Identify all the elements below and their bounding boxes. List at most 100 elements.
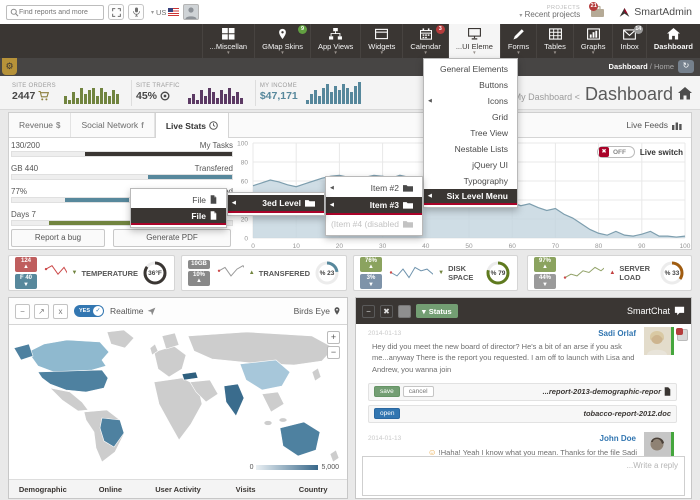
target-icon [160, 91, 170, 101]
voice-command-button[interactable] [128, 4, 144, 20]
badge: 76% ▲ [360, 257, 382, 272]
collapse-button[interactable]: − [15, 304, 30, 319]
menu-item-tree-view[interactable]: Tree View [424, 125, 517, 141]
chevron-down-icon: ▼ [516, 51, 520, 55]
nav-item-app-views[interactable]: App Views ▼ [310, 24, 360, 58]
svg-text:50: 50 [465, 243, 473, 250]
footer-tab-demographic[interactable]: Demographic [9, 485, 77, 494]
footer-tab-online[interactable]: Online [77, 485, 145, 494]
chevron-down-icon: ▾ [422, 307, 426, 316]
menu-item-file-2[interactable]: File [131, 208, 226, 225]
windows-grid-icon [222, 27, 235, 40]
chevron-down-icon: ▾ [519, 13, 522, 19]
chevron-down-icon: ▼ [380, 51, 384, 55]
settings-gear-tab[interactable]: ⚙ [2, 58, 17, 75]
search-input[interactable] [19, 9, 99, 16]
world-map[interactable] [12, 328, 344, 464]
open-button[interactable]: open [374, 408, 400, 419]
menu-item-buttons[interactable]: Buttons [424, 77, 517, 93]
third-level-submenu: ◀3ed Level [227, 192, 325, 216]
us-flag-icon [168, 8, 179, 16]
menu-item-2[interactable]: ◀Item #2 [326, 179, 422, 197]
nav-item-widgets[interactable]: Widgets ▼ [360, 24, 402, 58]
disk-space-gauge: % 79 [485, 260, 511, 286]
reply-input[interactable] [363, 457, 684, 495]
menu-item-icons[interactable]: ◀Icons [424, 93, 517, 109]
server-load-sparkline [561, 262, 604, 284]
save-button[interactable]: save [374, 386, 400, 397]
nav-item-ui-elements[interactable]: ...UI Eleme ▼ [448, 24, 500, 58]
svg-text:60: 60 [241, 179, 249, 186]
country-india [224, 384, 244, 416]
footer-tab-country[interactable]: Country [279, 485, 347, 494]
monitor-icon [468, 27, 481, 40]
live-switch-toggle[interactable]: ✖ OFF [597, 146, 635, 158]
nav-item-dashboard[interactable]: Dashboard [646, 24, 700, 58]
search-box[interactable] [6, 5, 104, 20]
tab-revenue[interactable]: Revenue$ [9, 113, 71, 137]
fullscreen-button[interactable] [108, 4, 124, 20]
badge: 10GB [188, 260, 210, 269]
cart-icon [38, 91, 49, 101]
nav-item-gmap-skins[interactable]: 9 GMap Skins ▼ [254, 24, 310, 58]
toggle-state: YES [79, 308, 90, 314]
microphone-icon [132, 7, 141, 17]
smartchat-header: − ✖ ▾Status SmartChat [356, 298, 691, 324]
projects-briefcase-button[interactable]: 21 [590, 5, 606, 19]
chat-bubble-icon [674, 306, 685, 316]
realtime-toggle[interactable]: YES ✓ [74, 305, 104, 317]
temperature-gauge: 36°F [142, 260, 168, 286]
menu-item-grid[interactable]: Grid [424, 109, 517, 125]
svg-text:20: 20 [336, 243, 344, 250]
cancel-button[interactable]: cancel [403, 386, 434, 397]
menu-item-4-disabled: (Item #4 (disabled [326, 215, 422, 233]
nav-item-miscellaneous[interactable]: ...Miscellan ▼ [202, 24, 255, 58]
language-selector[interactable]: ▾ US [151, 8, 179, 17]
nav-item-forms[interactable]: Forms ▼ [500, 24, 536, 58]
projects-dropdown[interactable]: PROJECTS ▾ Recent projects [519, 5, 580, 20]
temperature-sparkline [42, 262, 67, 284]
menu-item-jquery-ui[interactable]: jQuery UI [424, 157, 517, 173]
close-button[interactable]: ✖ [380, 305, 393, 318]
attachment-filename: tobacco-report-2012.doc [583, 409, 671, 418]
menu-item-file[interactable]: File [131, 191, 226, 208]
device-badge-icon [677, 329, 688, 341]
stat-site-traffic: SITE TRAFFIC 45% [132, 80, 256, 106]
site-orders-sparkline [64, 82, 119, 104]
smartadmin-logo-icon [618, 6, 631, 18]
menu-item-nestable-lists[interactable]: Nestable Lists [424, 141, 517, 157]
report-a-bug-button[interactable]: Report a bug [11, 229, 105, 247]
smartchat-panel: − ✖ ▾Status SmartChat 2014-01-13 Sadi Or… [355, 297, 692, 499]
check-icon: ✓ [93, 306, 103, 316]
nav-item-graphs[interactable]: Graphs ▼ [573, 24, 613, 58]
map-zoom-in-button[interactable]: + [327, 331, 340, 344]
status-dropdown-button[interactable]: ▾Status [416, 304, 458, 318]
tab-social-network[interactable]: Social Networkf [71, 113, 154, 137]
nav-item-tables[interactable]: Tables ▼ [536, 24, 573, 58]
menu-item-typography[interactable]: Typography [424, 173, 517, 189]
map-zoom-out-button[interactable]: − [327, 346, 340, 359]
progress-bar [11, 151, 233, 157]
nav-item-inbox[interactable]: 14 Inbox [612, 24, 645, 58]
menu-item-general-elements[interactable]: General Elements [424, 61, 517, 77]
tile-temperature: 124 ▲ F 40 ▼ ▼ TEMPERATURE 36°F [8, 255, 175, 291]
menu-item-six-level-menu[interactable]: ◀Six Level Menu [424, 189, 517, 205]
footer-tab-user-activity[interactable]: User Activity [144, 485, 212, 494]
trend-arrow-icon: ▼ [72, 270, 78, 276]
minimize-button[interactable]: − [362, 305, 375, 318]
projects-value: Recent projects [525, 10, 581, 19]
location-arrow-icon [147, 307, 156, 316]
color-button[interactable] [398, 305, 411, 318]
chat-message-sadi: 2014-01-13 Sadi Orlaf Hey did you meet t… [356, 324, 691, 423]
nav-item-calendar[interactable]: 3 Calendar ▼ [402, 24, 447, 58]
footer-tab-visits[interactable]: Visits [212, 485, 280, 494]
menu-item-3[interactable]: ◀Item #3 [326, 197, 422, 215]
menu-item-3ed-level[interactable]: ◀3ed Level [228, 195, 324, 213]
country-australia [280, 422, 320, 456]
close-button[interactable]: x [53, 304, 68, 319]
refresh-button[interactable]: ↻ [678, 60, 694, 73]
user-avatar[interactable] [183, 4, 199, 20]
tab-live-stats[interactable]: Live Stats [155, 113, 229, 138]
generate-pdf-button[interactable]: Generate PDF [113, 229, 231, 247]
expand-button[interactable]: ↗ [34, 304, 49, 319]
